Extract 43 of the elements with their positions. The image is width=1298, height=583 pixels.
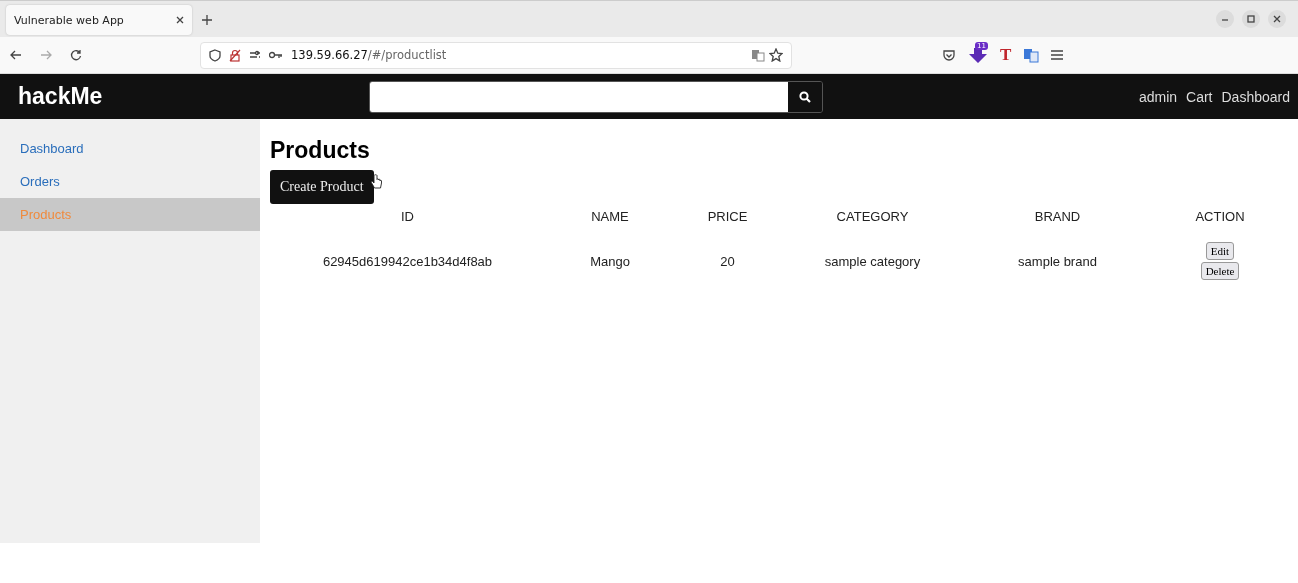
close-icon[interactable]	[176, 16, 184, 24]
key-icon	[269, 51, 283, 59]
plus-icon[interactable]	[202, 14, 212, 25]
menu-icon[interactable]	[1051, 50, 1064, 60]
create-product-button[interactable]: Create Product	[270, 170, 374, 204]
page-title: Products	[270, 137, 371, 164]
column-header: ID	[400, 207, 415, 226]
column-header: CATEGORY	[835, 207, 910, 226]
permissions-icon	[249, 50, 261, 60]
close-icon[interactable]	[1268, 10, 1286, 28]
table-cell-text: sample category	[823, 252, 922, 271]
search-field[interactable]	[369, 80, 823, 113]
shield-icon	[209, 48, 221, 62]
column-header: ACTION	[1194, 207, 1246, 226]
reload-icon[interactable]	[70, 49, 82, 61]
table-cell-text: 62945d619942ce1b34d4f8ab	[321, 252, 494, 271]
pocket-icon[interactable]	[942, 48, 956, 62]
star-icon[interactable]	[769, 48, 783, 62]
translate-icon[interactable]	[1023, 47, 1040, 63]
nav-link[interactable]: Dashboard	[1221, 88, 1290, 105]
column-header: NAME	[590, 207, 630, 226]
table-cell-text: 20	[719, 252, 736, 271]
search-icon	[799, 90, 811, 103]
browser-tab[interactable]: Vulnerable web App	[6, 5, 192, 35]
brand-logo[interactable]: hackMe	[18, 83, 369, 110]
restore-icon[interactable]	[1242, 10, 1260, 28]
hand-cursor-icon	[370, 174, 382, 190]
nav-link[interactable]: admin	[1138, 88, 1178, 105]
nav-link[interactable]: Cart	[1186, 88, 1213, 105]
column-header: BRAND	[1033, 207, 1082, 226]
table-cell-text: sample brand	[1017, 252, 1098, 271]
lock-icon	[229, 48, 241, 62]
table-cell-text: Mango	[589, 252, 631, 271]
address-bar[interactable]: 139.59.66.27/#/productlist	[200, 41, 792, 69]
minimize-icon[interactable]	[1216, 10, 1234, 28]
url-text: 139.59.66.27/#/productlist	[291, 48, 447, 62]
back-arrow-icon[interactable]	[10, 49, 22, 61]
sidebar-item[interactable]: Orders	[0, 165, 260, 198]
sidebar-item[interactable]: Dashboard	[0, 132, 260, 165]
action-button[interactable]: Edit	[1205, 242, 1235, 260]
extension-icon[interactable]: T	[1000, 45, 1012, 65]
column-header: PRICE	[706, 207, 749, 226]
action-button[interactable]: Delete	[1200, 262, 1240, 280]
